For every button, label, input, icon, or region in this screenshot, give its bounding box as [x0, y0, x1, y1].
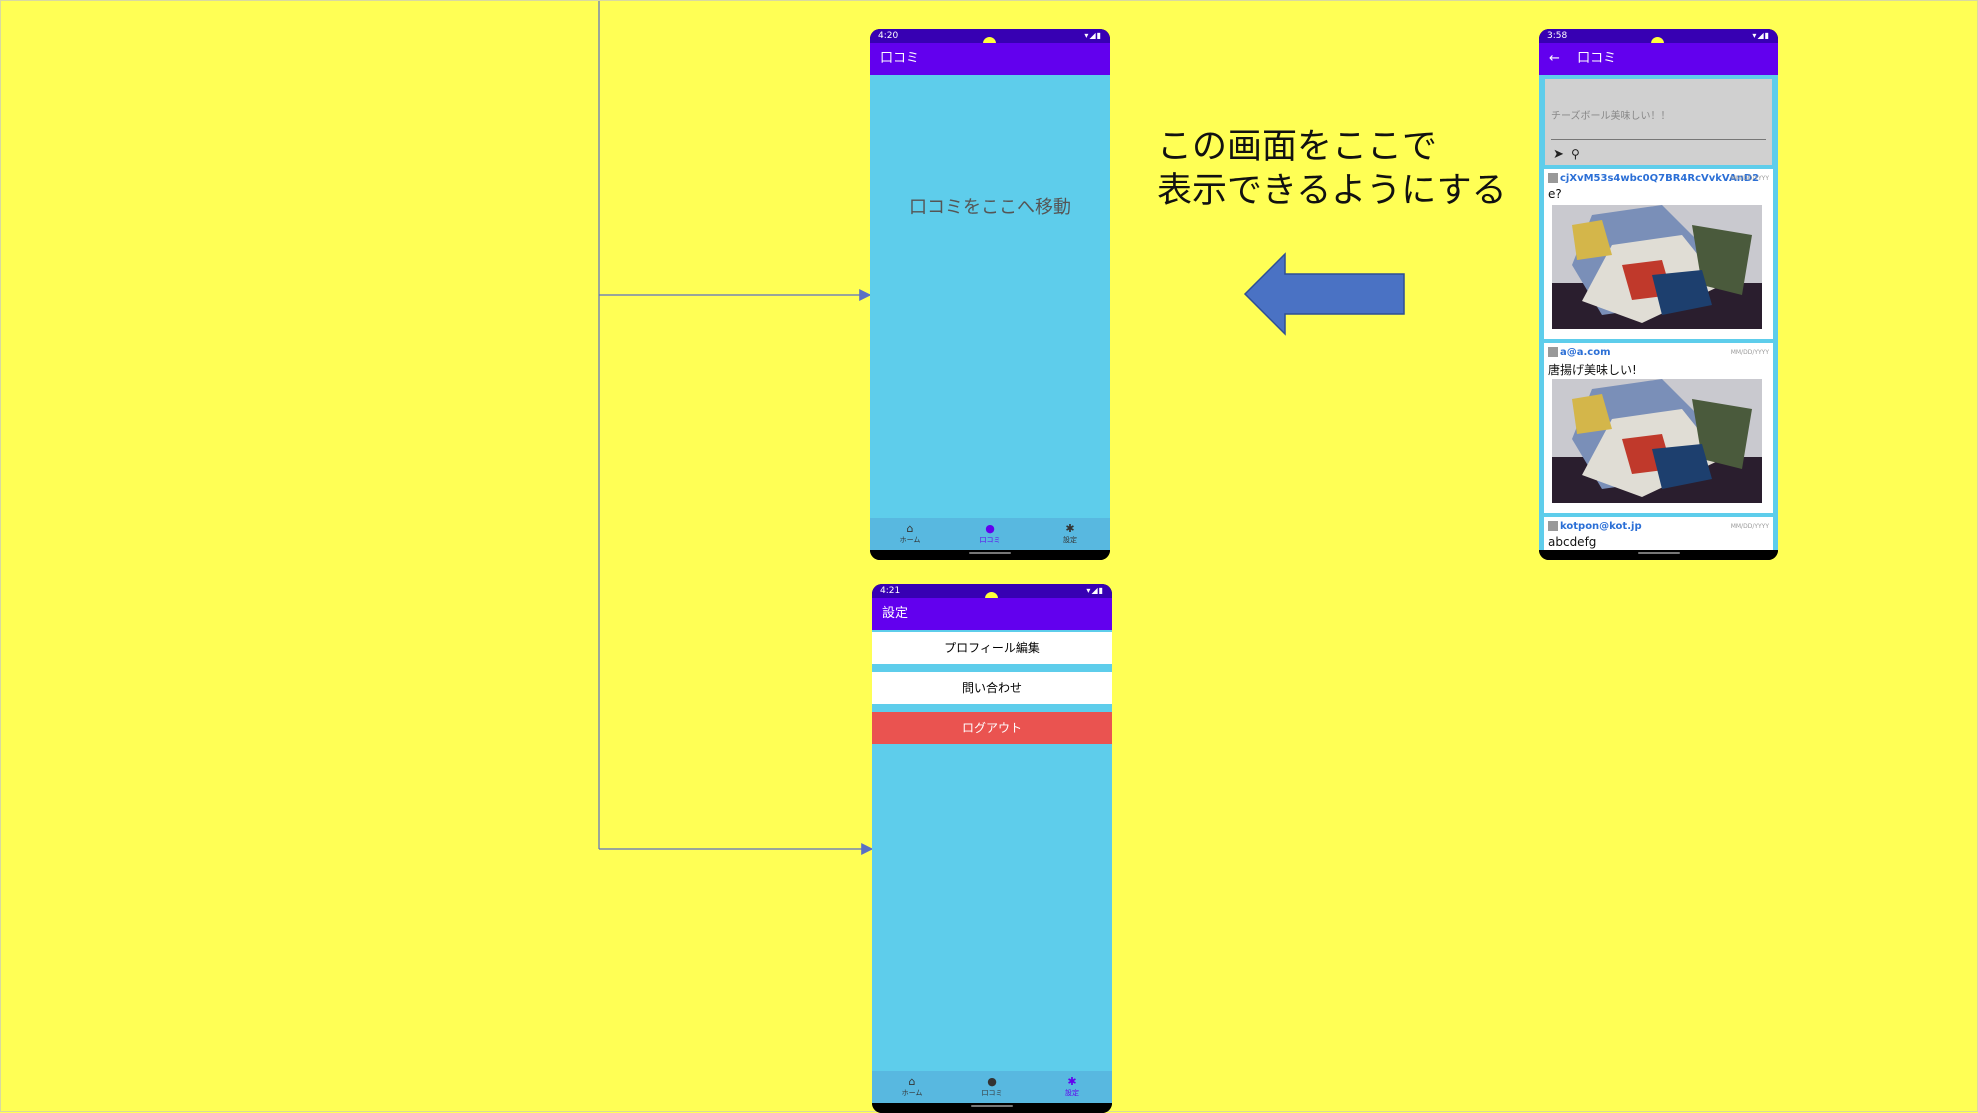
post-date: MM/DD/YYYY: [1730, 523, 1769, 530]
placeholder-text: 口コミをここへ移動: [909, 197, 1071, 218]
bottom-nav: ⌂ ホーム ● 口コミ ✱ 設定: [870, 518, 1110, 550]
phone-review: 4:20 ▾◢▮ 口コミ 口コミをここへ移動 ⌂ ホーム ● 口コミ ✱ 設定: [870, 29, 1110, 560]
nav-review-label: 口コミ: [981, 1089, 1003, 1097]
edit-profile-button[interactable]: プロフィール編集: [872, 632, 1112, 664]
status-icons: ▾◢▮: [1752, 31, 1770, 40]
nav-home-label: ホーム: [901, 1089, 923, 1097]
post-user[interactable]: a@a.com: [1548, 347, 1611, 358]
gear-icon: ✱: [1065, 522, 1075, 535]
avatar: [1548, 521, 1558, 531]
annotation-text: この画面をここで 表示できるようにする: [1157, 125, 1507, 213]
post-date: MM/DD/YYYY: [1730, 349, 1769, 356]
app-bar: 設定: [872, 598, 1112, 630]
status-icons: ▾◢▮: [1084, 31, 1102, 40]
phone-feed: 3:58 ▾◢▮ ← 口コミ チーズボール美味しい！！ ➤ ⚲ cjXvM53s…: [1539, 29, 1778, 560]
post-user-name: a@a.com: [1560, 347, 1611, 358]
logout-button[interactable]: ログアウト: [872, 712, 1112, 744]
home-indicator: [870, 550, 1110, 560]
annotation-line-1: この画面をここで: [1157, 127, 1438, 167]
review-content: 口コミをここへ移動: [870, 75, 1110, 518]
contact-button[interactable]: 問い合わせ: [872, 672, 1112, 704]
post-image[interactable]: [1552, 205, 1762, 329]
app-bar: ← 口コミ: [1539, 43, 1778, 75]
post-user-name: cjXvM53s4wbc0Q7BR4RcVvkVAnD2: [1560, 173, 1760, 184]
nav-home[interactable]: ⌂ ホーム: [870, 518, 950, 550]
nav-review[interactable]: ● 口コミ: [950, 518, 1030, 550]
app-bar: 口コミ: [870, 43, 1110, 75]
nav-settings[interactable]: ✱ 設定: [1032, 1071, 1112, 1103]
person-icon: ●: [985, 522, 995, 535]
avatar: [1548, 173, 1558, 183]
post-user[interactable]: cjXvM53s4wbc0Q7BR4RcVvkVAnD2: [1548, 173, 1759, 184]
attach-icon[interactable]: ⚲: [1571, 147, 1580, 161]
nav-settings-label: 設定: [1063, 536, 1077, 544]
input-underline: [1551, 139, 1766, 140]
post-text: e?: [1548, 187, 1562, 201]
post-input-placeholder: チーズボール美味しい！！: [1551, 111, 1671, 122]
post-card: cjXvM53s4wbc0Q7BR4RcVvkVAnD2 MM/DD/YYYY …: [1544, 169, 1773, 339]
post-card: a@a.com MM/DD/YYYY 唐揚げ美味しい!: [1544, 343, 1773, 513]
annotation-line-2: 表示できるようにする: [1157, 171, 1507, 211]
post-user[interactable]: kotpon@kot.jp: [1548, 521, 1642, 532]
status-time: 4:21: [880, 586, 901, 596]
nav-home-label: ホーム: [899, 536, 921, 544]
nav-review-label: 口コミ: [979, 536, 1001, 544]
nav-settings-label: 設定: [1065, 1089, 1079, 1097]
post-input-area[interactable]: チーズボール美味しい！！ ➤ ⚲: [1545, 79, 1772, 165]
slide-canvas: この画面をここで 表示できるようにする 4:20 ▾◢▮ 口コミ 口コミをここへ…: [0, 0, 1978, 1113]
left-arrow-shape: [1243, 252, 1405, 336]
post-card: kotpon@kot.jp MM/DD/YYYY abcdefg: [1544, 517, 1773, 550]
post-date: MM/DD/YYYY: [1730, 175, 1769, 182]
post-image[interactable]: [1552, 379, 1762, 503]
app-bar-title: 設定: [882, 606, 909, 621]
home-icon: ⌂: [906, 522, 914, 535]
post-user-name: kotpon@kot.jp: [1560, 521, 1642, 532]
nav-home[interactable]: ⌂ ホーム: [872, 1071, 952, 1103]
post-text: 唐揚げ美味しい!: [1548, 363, 1637, 377]
gear-icon: ✱: [1067, 1075, 1077, 1088]
status-time: 4:20: [878, 31, 899, 41]
arrow-back-icon[interactable]: ←: [1549, 43, 1573, 75]
status-icons: ▾◢▮: [1086, 586, 1104, 595]
feed-content: チーズボール美味しい！！ ➤ ⚲ cjXvM53s4wbc0Q7BR4RcVvk…: [1539, 75, 1778, 550]
avatar: [1548, 347, 1558, 357]
nav-review[interactable]: ● 口コミ: [952, 1071, 1032, 1103]
status-time: 3:58: [1547, 31, 1568, 41]
nav-settings[interactable]: ✱ 設定: [1030, 518, 1110, 550]
home-indicator: [1539, 550, 1778, 560]
home-icon: ⌂: [908, 1075, 916, 1088]
app-bar-title: 口コミ: [880, 51, 920, 66]
send-icon[interactable]: ➤: [1553, 147, 1564, 162]
person-icon: ●: [987, 1075, 997, 1088]
bottom-nav: ⌂ ホーム ● 口コミ ✱ 設定: [872, 1071, 1112, 1103]
settings-content: プロフィール編集 問い合わせ ログアウト: [872, 630, 1112, 1071]
post-text: abcdefg: [1548, 535, 1597, 549]
app-bar-title: 口コミ: [1577, 51, 1617, 66]
phone-settings: 4:21 ▾◢▮ 設定 プロフィール編集 問い合わせ ログアウト ⌂ ホーム ● 口…: [872, 584, 1112, 1113]
